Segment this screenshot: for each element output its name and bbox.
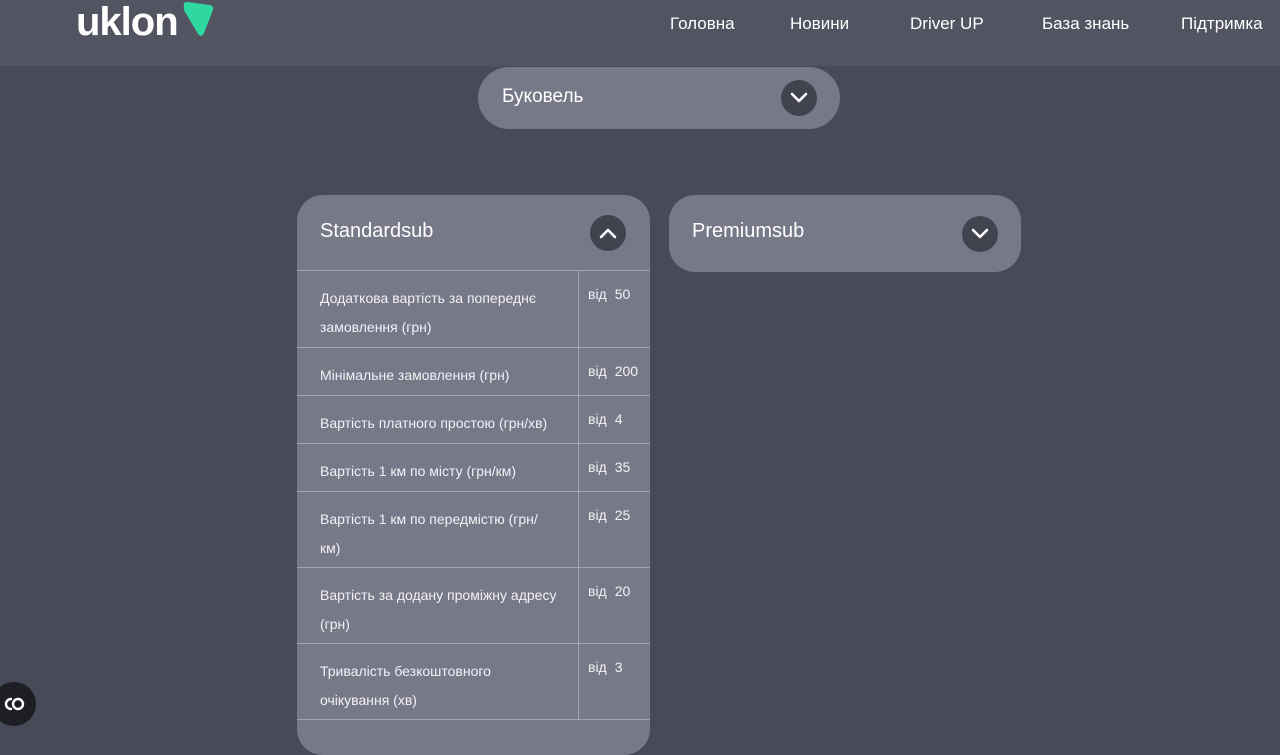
city-select[interactable]: Буковель xyxy=(478,67,840,129)
tariff-row: Вартість 1 км по місту (грн/км) від 35 xyxy=(297,444,650,492)
tariff-row: Додаткова вартість за попереднє замовлен… xyxy=(297,271,650,348)
tariff-row-value: від 20 xyxy=(579,568,650,643)
value-number: 4 xyxy=(614,411,623,427)
value-number: 200 xyxy=(614,363,639,379)
main-nav: Головна Новини Driver UP База знань Підт… xyxy=(0,14,1280,36)
tariff-row-label: Додаткова вартість за попереднє замовлен… xyxy=(297,271,579,347)
nav-item-knowledge-base[interactable]: База знань xyxy=(1042,14,1129,34)
value-prefix: від xyxy=(588,459,607,475)
nav-item-support[interactable]: Підтримка xyxy=(1181,14,1263,34)
tariff-row: Тривалість безкоштовного очікування (хв)… xyxy=(297,644,650,720)
nav-item-news[interactable]: Новини xyxy=(790,14,849,34)
value-prefix: від xyxy=(588,286,607,302)
tariff-row-label: Тривалість безкоштовного очікування (хв) xyxy=(297,644,579,719)
expand-button[interactable] xyxy=(962,216,998,252)
tariff-row: Вартість за додану проміжну адресу (грн)… xyxy=(297,568,650,644)
value-prefix: від xyxy=(588,411,607,427)
tariff-card-premium-header[interactable]: Premiumsub xyxy=(669,195,1021,270)
tariff-row-label: Мінімальне замовлення (грн) xyxy=(297,348,579,395)
nav-item-driver-up[interactable]: Driver UP xyxy=(910,14,984,34)
value-prefix: від xyxy=(588,583,607,599)
tariff-row-label: Вартість 1 км по місту (грн/км) xyxy=(297,444,579,491)
tariff-card-premium: Premiumsub xyxy=(669,195,1021,272)
top-header: uklon Головна Новини Driver UP База знан… xyxy=(0,0,1280,66)
value-number: 50 xyxy=(614,286,631,302)
city-select-toggle[interactable] xyxy=(781,80,817,116)
value-number: 35 xyxy=(614,459,631,475)
tariff-row: Мінімальне замовлення (грн) від 200 xyxy=(297,348,650,396)
tariff-row: Вартість 1 км по передмістю (грн/км) від… xyxy=(297,492,650,568)
value-number: 3 xyxy=(614,659,623,675)
collapse-button[interactable] xyxy=(590,215,626,251)
cookie-settings-button[interactable] xyxy=(0,682,36,726)
value-prefix: від xyxy=(588,659,607,675)
tariff-row-label: Вартість за додану проміжну адресу (грн) xyxy=(297,568,579,643)
tariff-rows: Додаткова вартість за попереднє замовлен… xyxy=(297,271,650,720)
value-prefix: від xyxy=(588,363,607,379)
tariff-row-label: Вартість платного простою (грн/хв) xyxy=(297,396,579,443)
value-number: 20 xyxy=(614,583,631,599)
tariff-title: Standardsub xyxy=(320,220,434,242)
tariff-row-value: від 200 xyxy=(579,348,650,395)
tariff-row-value: від 25 xyxy=(579,492,650,567)
tariff-row-value: від 50 xyxy=(579,271,650,347)
cookie-icon xyxy=(4,697,25,711)
tariff-row-value: від 3 xyxy=(579,644,650,719)
tariff-row: Вартість платного простою (грн/хв) від 4 xyxy=(297,396,650,444)
chevron-down-icon xyxy=(790,92,808,103)
tariff-row-value: від 35 xyxy=(579,444,650,491)
value-number: 25 xyxy=(614,507,631,523)
chevron-up-icon xyxy=(599,228,617,239)
nav-item-home[interactable]: Головна xyxy=(670,14,735,34)
tariff-card-standard-header[interactable]: Standardsub xyxy=(297,195,650,271)
city-select-value: Буковель xyxy=(502,86,584,107)
tariff-card-standard: Standardsub Додаткова вартість за попере… xyxy=(297,195,650,755)
tariff-title: Premiumsub xyxy=(692,220,805,242)
value-prefix: від xyxy=(588,507,607,523)
tariff-row-value: від 4 xyxy=(579,396,650,443)
tariff-row-label: Вартість 1 км по передмістю (грн/км) xyxy=(297,492,579,567)
chevron-down-icon xyxy=(971,228,989,239)
